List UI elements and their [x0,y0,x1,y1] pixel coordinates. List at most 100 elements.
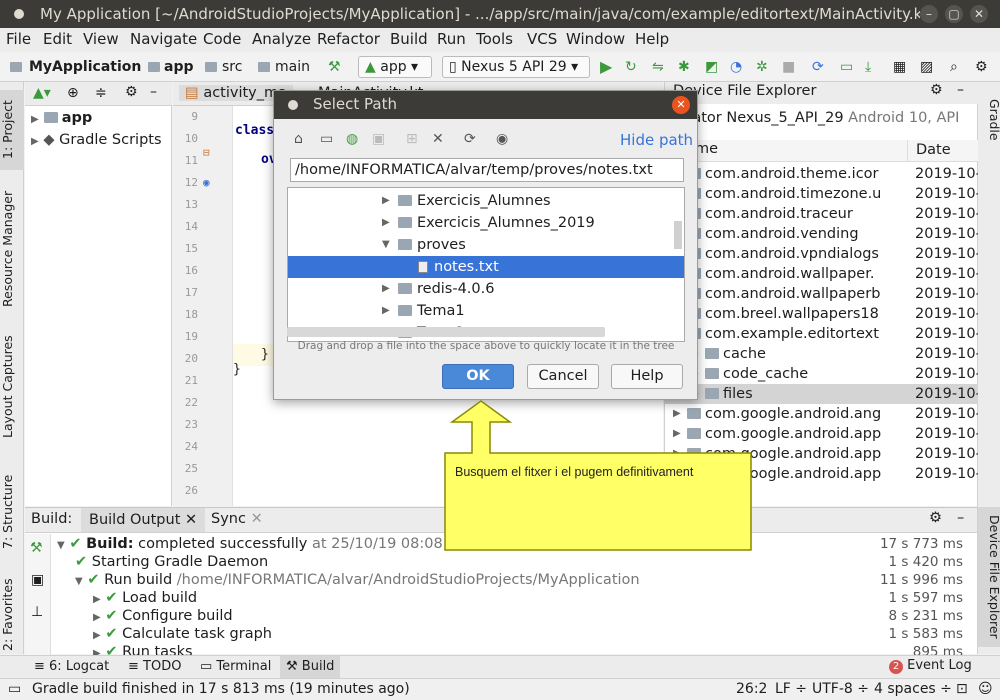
menu-file[interactable]: File [6,30,31,48]
tree-item[interactable]: ▶ Tema1 [288,300,684,322]
tab-sync[interactable]: Sync ✕ [211,511,263,527]
tree-item[interactable]: ▼ proves [288,234,684,256]
build-row[interactable]: ▶ ✔ Configure build 8 s 231 ms [93,607,977,625]
device-file-row[interactable]: ▶com.android.theme.icor2019-10-2 [665,164,978,184]
tab-layout-captures[interactable]: Layout Captures [0,332,24,442]
debug-icon[interactable]: ✱ [678,57,690,77]
project-icon[interactable]: ◍ [346,131,358,147]
minimize-icon[interactable]: – [920,5,938,23]
device-file-row[interactable]: ▶com.android.wallpaper.2019-10-2 [665,264,978,284]
device-file-row[interactable]: ▶com.android.wallpaperb2019-10-2 [665,284,978,304]
device-file-row[interactable]: ▶cache2019-10-2 [665,344,978,364]
gear-icon[interactable]: ⚙ [930,82,943,98]
pin-icon[interactable]: ⊥ [31,604,43,620]
tree-item-gradle-scripts[interactable]: ▶ ◆ Gradle Scripts [31,132,162,148]
tree-item[interactable]: ▶ Exercicis_Alumnes_2019 [288,212,684,234]
build-row[interactable]: ▶ ✔ Run tasks 895 ms [93,643,977,655]
menu-window[interactable]: Window [566,30,625,48]
collapse-icon[interactable]: ≑ [95,85,107,101]
build-row[interactable]: ▼ ✔ Run build /home/INFORMATICA/alvar/An… [75,571,977,589]
hammer-icon[interactable]: ⚒ [30,540,43,556]
tab-resource-manager[interactable]: Resource Manager [0,184,24,314]
tab-gradle[interactable]: Gradle [978,90,1000,150]
profiler-icon[interactable]: ◔ [730,57,742,77]
indent-setting[interactable]: 4 spaces ÷ [874,681,952,697]
tree-item-app[interactable]: ▶ app [31,110,92,126]
apply-changes-icon[interactable]: ↻ [625,57,637,77]
tab-project[interactable]: 1: Project [0,90,24,170]
new-folder-icon[interactable]: ⊞ [406,131,418,147]
hide-icon[interactable]: – [957,510,964,526]
toggle-view-icon[interactable]: ▣ [31,572,44,588]
attach-debugger-icon[interactable]: ✲ [756,57,768,77]
column-date[interactable]: Date [907,140,951,162]
desktop-icon[interactable]: ▭ [320,131,333,147]
hide-path-link[interactable]: Hide path [620,131,693,149]
column-name[interactable]: me [695,141,718,157]
app-menu-icon[interactable] [14,9,24,19]
menu-code[interactable]: Code [203,30,241,48]
menu-analyze[interactable]: Analyze [252,30,311,48]
menu-help[interactable]: Help [635,30,669,48]
device-file-row[interactable]: ▶code_cache2019-10-2 [665,364,978,384]
menu-build[interactable]: Build [390,30,428,48]
class-marker-icon[interactable]: ⊟ [203,146,210,159]
tab-terminal[interactable]: ▭ Terminal [200,659,271,674]
search-icon[interactable]: ⌕ [950,57,958,77]
help-button[interactable]: Help [611,364,683,389]
module-icon[interactable]: ▣ [372,131,385,147]
menu-navigate[interactable]: Navigate [130,30,197,48]
apply-code-icon[interactable]: ⇋ [652,57,664,77]
run-icon[interactable]: ▶ [600,57,612,77]
file-encoding[interactable]: UTF-8 ÷ [812,681,869,697]
refresh-icon[interactable]: ⟳ [464,131,476,147]
breadcrumb-src[interactable]: src [222,57,242,77]
device-file-row[interactable]: ▶com.android.traceur2019-10-2 [665,204,978,224]
menu-run[interactable]: Run [437,30,466,48]
expand-arrow-icon[interactable]: ▼ [382,234,390,256]
home-icon[interactable]: ⌂ [294,131,303,147]
tab-structure[interactable]: 7: Structure [0,472,24,552]
caret-position[interactable]: 26:2 [736,681,767,697]
tab-build[interactable]: ⚒ Build [280,656,341,678]
project-structure-icon[interactable]: ▦ [893,57,906,77]
android-icon[interactable]: ▲▾ [33,85,51,101]
device-file-row[interactable]: ▶com.android.vpndialogs2019-10-2 [665,244,978,264]
breadcrumb-main[interactable]: main [275,57,310,77]
breadcrumb-app[interactable]: app [164,57,194,77]
stop-icon[interactable]: ■ [782,57,795,77]
tree-item[interactable]: ▶ redis-4.0.6 [288,278,684,300]
override-marker-icon[interactable]: ◉ [203,176,210,189]
locate-icon[interactable]: ⊕ [67,85,79,101]
menu-refactor[interactable]: Refactor [317,30,380,48]
tree-item[interactable]: notes.txt [288,256,684,278]
gear-icon[interactable]: ⚙ [125,84,138,100]
path-input[interactable]: /home/INFORMATICA/alvar/temp/proves/note… [290,158,684,182]
menu-vcs[interactable]: VCS [527,30,557,48]
expand-arrow-icon[interactable]: ▶ [382,190,390,212]
menu-edit[interactable]: Edit [43,30,72,48]
device-select[interactable]: ▯ Nexus 5 API 29 ▾ [442,56,590,78]
device-file-row[interactable]: ▼com.example.editortext2019-10-2 [665,324,978,344]
device-file-row[interactable]: ▶com.android.timezone.u2019-10-2 [665,184,978,204]
device-select[interactable]: mulator Nexus_5_API_29 Android 10, API [665,110,978,132]
sync-gradle-icon[interactable]: ⟳ [812,57,824,77]
hide-icon[interactable]: – [150,84,157,100]
vertical-scrollbar[interactable] [674,221,682,249]
dialog-menu-icon[interactable] [288,100,298,110]
settings-icon[interactable]: ⚙ [975,57,988,77]
avd-manager-icon[interactable]: ▭ [840,57,853,77]
hammer-icon[interactable]: ⚒ [328,57,341,77]
maximize-icon[interactable]: ▢ [945,5,963,23]
breadcrumb-project[interactable]: MyApplication [29,57,141,77]
coverage-icon[interactable]: ◩ [705,57,718,77]
line-separator[interactable]: LF ÷ [775,681,807,697]
lock-icon[interactable]: ⊡ [956,681,968,697]
tab-event-log[interactable]: 2 Event Log [889,658,972,674]
dialog-close-icon[interactable]: ✕ [672,96,690,114]
gear-icon[interactable]: ⚙ [929,510,942,526]
tab-device-file-explorer[interactable]: Device File Explorer [978,507,1000,647]
hide-icon[interactable]: – [957,82,964,98]
delete-icon[interactable]: ✕ [432,131,444,147]
tree-item[interactable]: ▶ Exercicis_Alumnes [288,190,684,212]
